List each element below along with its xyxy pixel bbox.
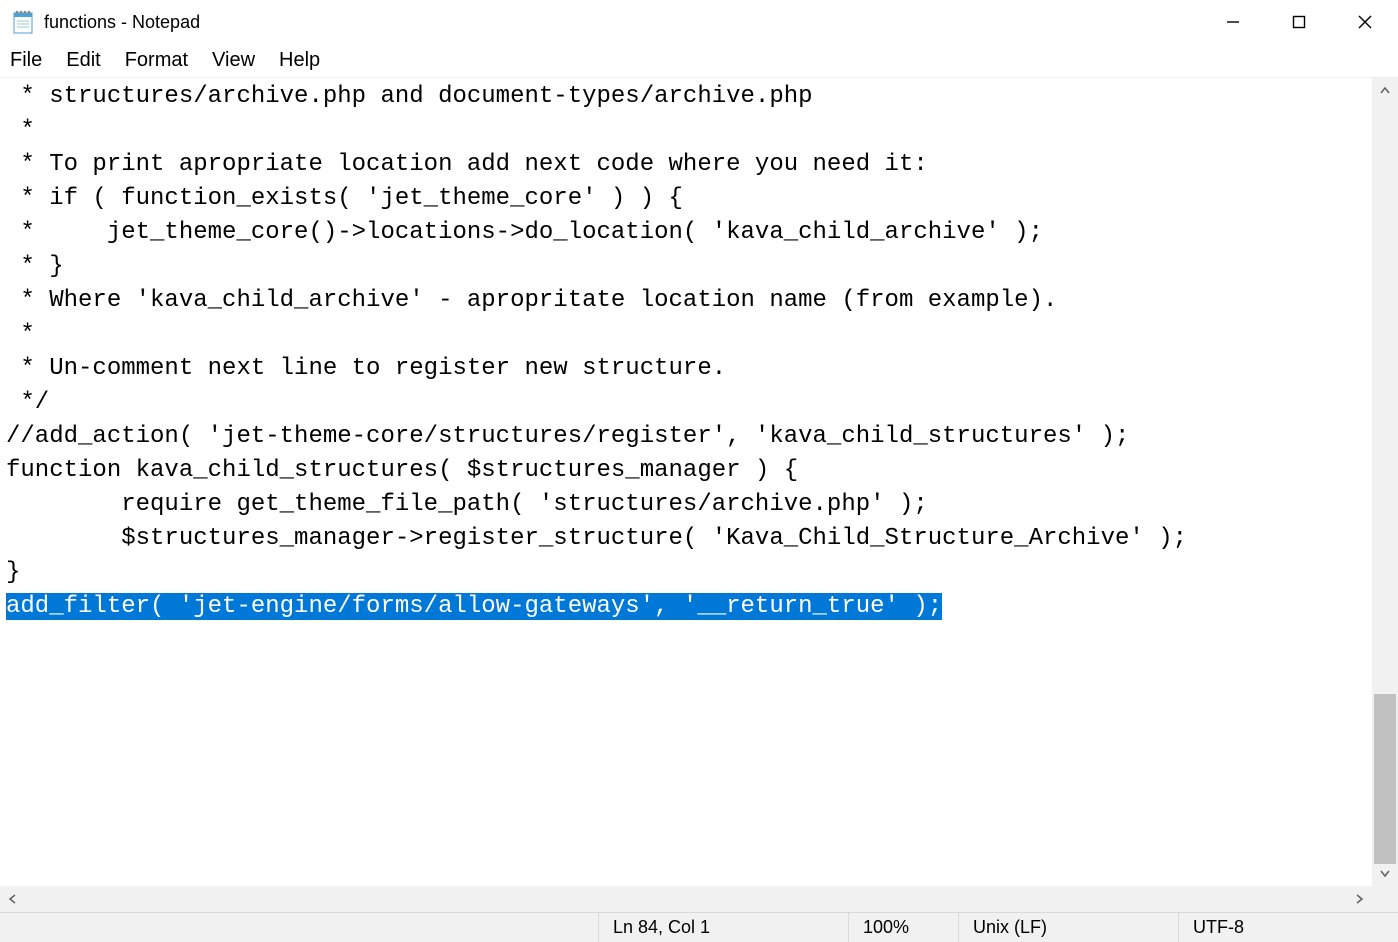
titlebar: functions - Notepad — [0, 0, 1398, 44]
editor-line: * jet_theme_core()->locations->do_locati… — [6, 216, 1372, 250]
menu-file[interactable]: File — [10, 49, 42, 72]
vertical-scrollbar[interactable] — [1372, 78, 1398, 886]
notepad-app-icon — [10, 9, 36, 35]
selected-text: add_filter( 'jet-engine/forms/allow-gate… — [6, 593, 942, 620]
editor-line: require get_theme_file_path( 'structures… — [6, 488, 1372, 522]
status-cursor-position: Ln 84, Col 1 — [598, 913, 848, 942]
editor-line: } — [6, 556, 1372, 590]
menubar: File Edit Format View Help — [0, 44, 1398, 78]
maximize-button[interactable] — [1266, 0, 1332, 44]
statusbar: Ln 84, Col 1 100% Unix (LF) UTF-8 — [0, 912, 1398, 942]
editor-line: $structures_manager->register_structure(… — [6, 522, 1372, 556]
editor-line: * structures/archive.php and document-ty… — [6, 80, 1372, 114]
editor-line: add_filter( 'jet-engine/forms/allow-gate… — [6, 590, 1372, 624]
notepad-window: functions - Notepad File Edit Format Vie… — [0, 0, 1398, 942]
scroll-down-arrow-icon[interactable] — [1372, 860, 1398, 886]
status-line-ending: Unix (LF) — [958, 913, 1178, 942]
scroll-up-arrow-icon[interactable] — [1372, 78, 1398, 104]
editor-line: * } — [6, 250, 1372, 284]
vertical-scroll-track[interactable] — [1372, 104, 1398, 860]
menu-edit[interactable]: Edit — [66, 49, 100, 72]
vertical-scroll-thumb[interactable] — [1374, 694, 1396, 864]
editor-line: //add_action( 'jet-theme-core/structures… — [6, 420, 1372, 454]
status-zoom: 100% — [848, 913, 958, 942]
menu-format[interactable]: Format — [125, 49, 188, 72]
editor-line: * if ( function_exists( 'jet_theme_core'… — [6, 182, 1372, 216]
scrollbar-corner — [1372, 886, 1398, 912]
status-panel-empty — [0, 913, 598, 942]
status-encoding: UTF-8 — [1178, 913, 1398, 942]
window-controls — [1200, 0, 1398, 44]
close-button[interactable] — [1332, 0, 1398, 44]
menu-view[interactable]: View — [212, 49, 255, 72]
scroll-left-arrow-icon[interactable] — [0, 886, 26, 912]
editor-line: */ — [6, 386, 1372, 420]
text-editor[interactable]: * structures/archive.php and document-ty… — [0, 78, 1372, 886]
editor-line: * — [6, 318, 1372, 352]
editor-wrap: * structures/archive.php and document-ty… — [0, 78, 1398, 886]
editor-line: * Where 'kava_child_archive' - aproprita… — [6, 284, 1372, 318]
horizontal-scrollbar[interactable] — [0, 886, 1398, 912]
editor-line: function kava_child_structures( $structu… — [6, 454, 1372, 488]
menu-help[interactable]: Help — [279, 49, 320, 72]
editor-line: * — [6, 114, 1372, 148]
window-title: functions - Notepad — [44, 12, 200, 33]
editor-line: * Un-comment next line to register new s… — [6, 352, 1372, 386]
minimize-button[interactable] — [1200, 0, 1266, 44]
editor-line: * To print apropriate location add next … — [6, 148, 1372, 182]
scroll-right-arrow-icon[interactable] — [1346, 886, 1372, 912]
